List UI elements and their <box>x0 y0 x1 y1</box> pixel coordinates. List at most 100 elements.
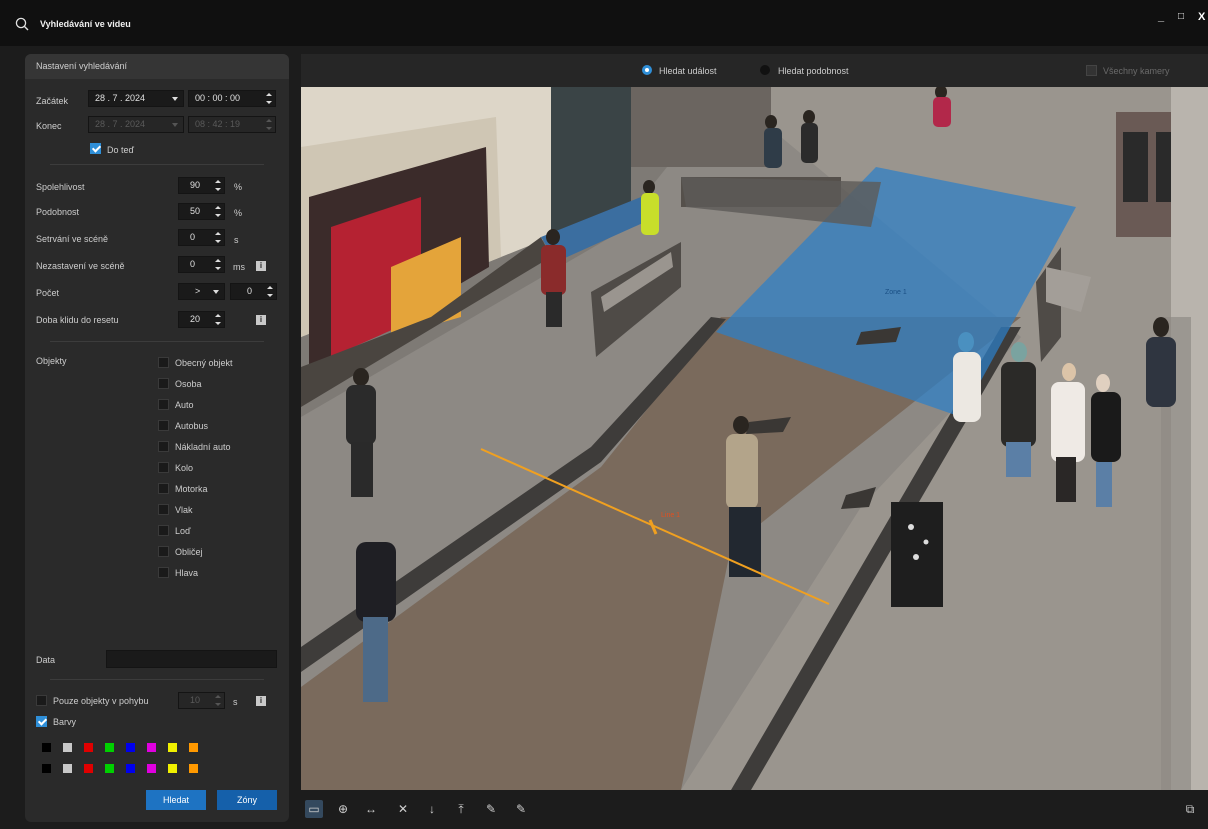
color-swatch[interactable] <box>147 764 156 773</box>
absence-value: 0 <box>190 259 196 269</box>
divider <box>50 341 264 342</box>
all-cameras-label: Všechny kamery <box>1103 66 1170 76</box>
spinner-icon[interactable] <box>266 119 272 130</box>
start-date-field[interactable]: 28 . 7 . 2024 <box>88 90 184 107</box>
end-date-field[interactable]: 28 . 7 . 2024 <box>88 116 184 133</box>
spinner-icon[interactable] <box>215 695 221 706</box>
object-label: Vlak <box>175 505 193 515</box>
moving-only-checkbox[interactable] <box>36 695 47 706</box>
move-down-icon[interactable]: ↓ <box>423 800 441 818</box>
moving-only-field[interactable]: 10 <box>178 692 225 709</box>
end-time-field[interactable]: 08 : 42 : 19 <box>188 116 276 133</box>
color-swatch[interactable] <box>147 743 156 752</box>
info-icon[interactable]: i <box>256 261 266 271</box>
minimize-button[interactable]: _ <box>1158 12 1164 23</box>
maximize-button[interactable]: □ <box>1178 12 1184 22</box>
color-swatch[interactable] <box>105 743 114 752</box>
divider <box>50 164 264 165</box>
chevron-down-icon[interactable] <box>213 290 219 294</box>
color-swatch[interactable] <box>42 743 51 752</box>
color-swatch[interactable] <box>84 743 93 752</box>
mode-event-label: Hledat událost <box>659 66 717 76</box>
object-checkbox[interactable] <box>158 462 169 473</box>
object-label: Obecný objekt <box>175 358 233 368</box>
object-label: Hlava <box>175 568 199 578</box>
color-swatch[interactable] <box>84 764 93 773</box>
spinner-icon[interactable] <box>215 180 221 191</box>
search-button[interactable]: Hledat <box>146 790 206 810</box>
pen-add-icon[interactable]: ✎ <box>482 800 500 818</box>
object-checkbox[interactable] <box>158 567 169 578</box>
objects-label: Objekty <box>36 356 67 366</box>
chevron-down-icon[interactable] <box>172 123 178 127</box>
delete-icon[interactable]: ✕ <box>394 800 412 818</box>
move-top-icon[interactable]: ⤒ <box>452 800 470 818</box>
object-checkbox[interactable] <box>158 441 169 452</box>
start-time-value: 00 : 00 : 00 <box>195 93 241 103</box>
color-swatch[interactable] <box>168 764 177 773</box>
reset-value: 20 <box>190 314 201 324</box>
export-icon[interactable]: ⧉ <box>1181 800 1199 818</box>
moving-only-label: Pouze objekty v pohybu <box>53 696 149 706</box>
color-swatch[interactable] <box>63 764 72 773</box>
data-input[interactable] <box>106 650 277 668</box>
colors-checkbox[interactable] <box>36 716 47 727</box>
video-preview[interactable]: Line 1 Zone 1 <box>301 87 1208 790</box>
spinner-icon[interactable] <box>215 206 221 217</box>
absence-field[interactable]: 0 <box>178 256 225 273</box>
mode-similarity-label: Hledat podobnost <box>778 66 849 76</box>
object-checkbox[interactable] <box>158 378 169 389</box>
color-swatch[interactable] <box>189 743 198 752</box>
spinner-icon[interactable] <box>267 286 273 297</box>
zone-label: Zone 1 <box>885 289 907 296</box>
start-time-field[interactable]: 00 : 00 : 00 <box>188 90 276 107</box>
object-checkbox[interactable] <box>158 504 169 515</box>
pen-remove-icon[interactable]: ✎ <box>512 800 530 818</box>
color-swatch[interactable] <box>105 764 114 773</box>
color-swatch[interactable] <box>63 743 72 752</box>
all-cameras-checkbox[interactable] <box>1086 65 1097 76</box>
count-operator-select[interactable]: > <box>178 283 225 300</box>
add-zone-icon[interactable]: ⊕ <box>334 800 352 818</box>
mode-event-radio[interactable] <box>642 65 652 75</box>
rectangle-tool-icon[interactable]: ▭ <box>305 800 323 818</box>
object-checkbox[interactable] <box>158 525 169 536</box>
similarity-field[interactable]: 50 <box>178 203 225 220</box>
color-swatch[interactable] <box>168 743 177 752</box>
dwell-field[interactable]: 0 <box>178 229 225 246</box>
confidence-label: Spolehlivost <box>36 182 85 192</box>
object-checkbox[interactable] <box>158 483 169 494</box>
object-label: Loď <box>175 526 191 536</box>
info-icon[interactable]: i <box>256 315 266 325</box>
object-checkbox[interactable] <box>158 420 169 431</box>
start-date-value: 28 . 7 . 2024 <box>95 93 146 103</box>
count-value-field[interactable]: 0 <box>230 283 277 300</box>
object-label: Auto <box>175 400 194 410</box>
spinner-icon[interactable] <box>215 259 221 270</box>
confidence-field[interactable]: 90 <box>178 177 225 194</box>
color-swatch[interactable] <box>126 764 135 773</box>
reset-field[interactable]: 20 <box>178 311 225 328</box>
object-checkbox[interactable] <box>158 357 169 368</box>
color-swatch[interactable] <box>189 764 198 773</box>
count-label: Počet <box>36 288 60 298</box>
zones-button[interactable]: Zóny <box>217 790 277 810</box>
dwell-value: 0 <box>190 232 196 242</box>
horizontal-arrows-icon[interactable]: ↔ <box>362 800 380 818</box>
spinner-icon[interactable] <box>266 93 272 104</box>
spinner-icon[interactable] <box>215 232 221 243</box>
color-swatch[interactable] <box>42 764 51 773</box>
info-icon[interactable]: i <box>256 696 266 706</box>
until-now-checkbox[interactable] <box>90 143 101 154</box>
end-date-value: 28 . 7 . 2024 <box>95 119 146 129</box>
close-button[interactable]: X <box>1198 12 1205 23</box>
mode-similarity-radio[interactable] <box>760 65 770 75</box>
color-swatch[interactable] <box>126 743 135 752</box>
object-checkbox[interactable] <box>158 399 169 410</box>
chevron-down-icon[interactable] <box>172 97 178 101</box>
similarity-unit: % <box>234 208 243 218</box>
spinner-icon[interactable] <box>215 314 221 325</box>
object-checkbox[interactable] <box>158 546 169 557</box>
camera-frame: Line 1 Zone 1 <box>301 87 1208 790</box>
divider <box>50 679 264 680</box>
